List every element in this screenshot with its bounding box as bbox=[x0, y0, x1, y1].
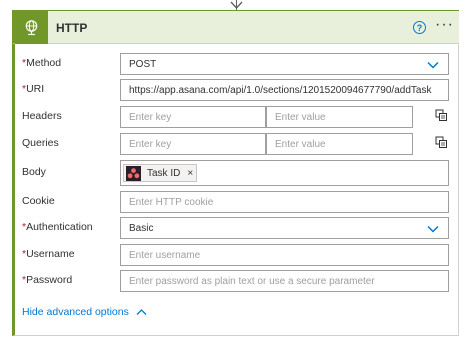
chevron-up-icon bbox=[136, 309, 147, 315]
uri-label: *URI bbox=[22, 83, 45, 95]
header-key-input[interactable]: Enter key bbox=[120, 106, 266, 128]
header-value-input[interactable]: Enter value bbox=[266, 106, 413, 128]
method-value: POST bbox=[129, 58, 157, 70]
asana-logo-icon bbox=[126, 165, 141, 181]
headers-row: Headers Enter key Enter value bbox=[15, 106, 462, 128]
body-label: Body bbox=[22, 166, 46, 178]
password-label: *Password bbox=[22, 274, 73, 286]
arrow-down-icon bbox=[230, 1, 243, 9]
chevron-down-icon bbox=[427, 61, 439, 69]
uri-value: https://app.asana.com/api/1.0/sections/1… bbox=[129, 84, 432, 96]
body-input[interactable]: Task ID × bbox=[120, 160, 449, 186]
action-title: HTTP bbox=[56, 21, 88, 35]
headers-label: Headers bbox=[22, 110, 62, 122]
hide-advanced-options-label: Hide advanced options bbox=[22, 306, 129, 318]
cookie-input[interactable]: Enter HTTP cookie bbox=[120, 191, 449, 213]
switch-to-text-mode-icon[interactable] bbox=[435, 136, 448, 149]
authentication-label: *Authentication bbox=[22, 221, 93, 233]
help-icon[interactable]: ? bbox=[413, 21, 426, 34]
token-label: Task ID bbox=[147, 167, 181, 179]
query-value-input[interactable]: Enter value bbox=[266, 133, 413, 155]
username-row: *Username Enter username bbox=[15, 244, 462, 266]
card-header[interactable]: HTTP ? ··· bbox=[12, 10, 459, 44]
remove-token-icon[interactable]: × bbox=[187, 168, 193, 179]
chevron-down-icon bbox=[427, 225, 439, 233]
method-label: *Method bbox=[22, 57, 62, 69]
method-dropdown[interactable]: POST bbox=[120, 53, 449, 75]
authentication-dropdown[interactable]: Basic bbox=[120, 217, 449, 239]
cookie-row: Cookie Enter HTTP cookie bbox=[15, 191, 462, 213]
query-key-input[interactable]: Enter key bbox=[120, 133, 266, 155]
method-row: *Method POST bbox=[15, 53, 462, 75]
cookie-label: Cookie bbox=[22, 195, 55, 207]
password-input[interactable]: Enter password as plain text or use a se… bbox=[120, 270, 449, 292]
authentication-row: *Authentication Basic bbox=[15, 217, 462, 239]
username-label: *Username bbox=[22, 248, 75, 260]
password-row: *Password Enter password as plain text o… bbox=[15, 270, 462, 292]
globe-icon bbox=[15, 11, 48, 44]
hide-advanced-options-link[interactable]: Hide advanced options bbox=[22, 306, 147, 318]
queries-label: Queries bbox=[22, 137, 59, 149]
more-options-icon[interactable]: ··· bbox=[435, 17, 455, 34]
dynamic-content-token[interactable]: Task ID × bbox=[123, 164, 198, 182]
body-row: Body Task ID × bbox=[15, 160, 462, 186]
switch-to-text-mode-icon[interactable] bbox=[435, 109, 448, 122]
queries-row: Queries Enter key Enter value bbox=[15, 133, 462, 155]
http-action-card: HTTP ? ··· *Method POST *URI https://app… bbox=[12, 10, 459, 336]
authentication-value: Basic bbox=[129, 222, 154, 234]
uri-input[interactable]: https://app.asana.com/api/1.0/sections/1… bbox=[120, 79, 449, 101]
uri-row: *URI https://app.asana.com/api/1.0/secti… bbox=[15, 79, 462, 101]
username-input[interactable]: Enter username bbox=[120, 244, 449, 266]
